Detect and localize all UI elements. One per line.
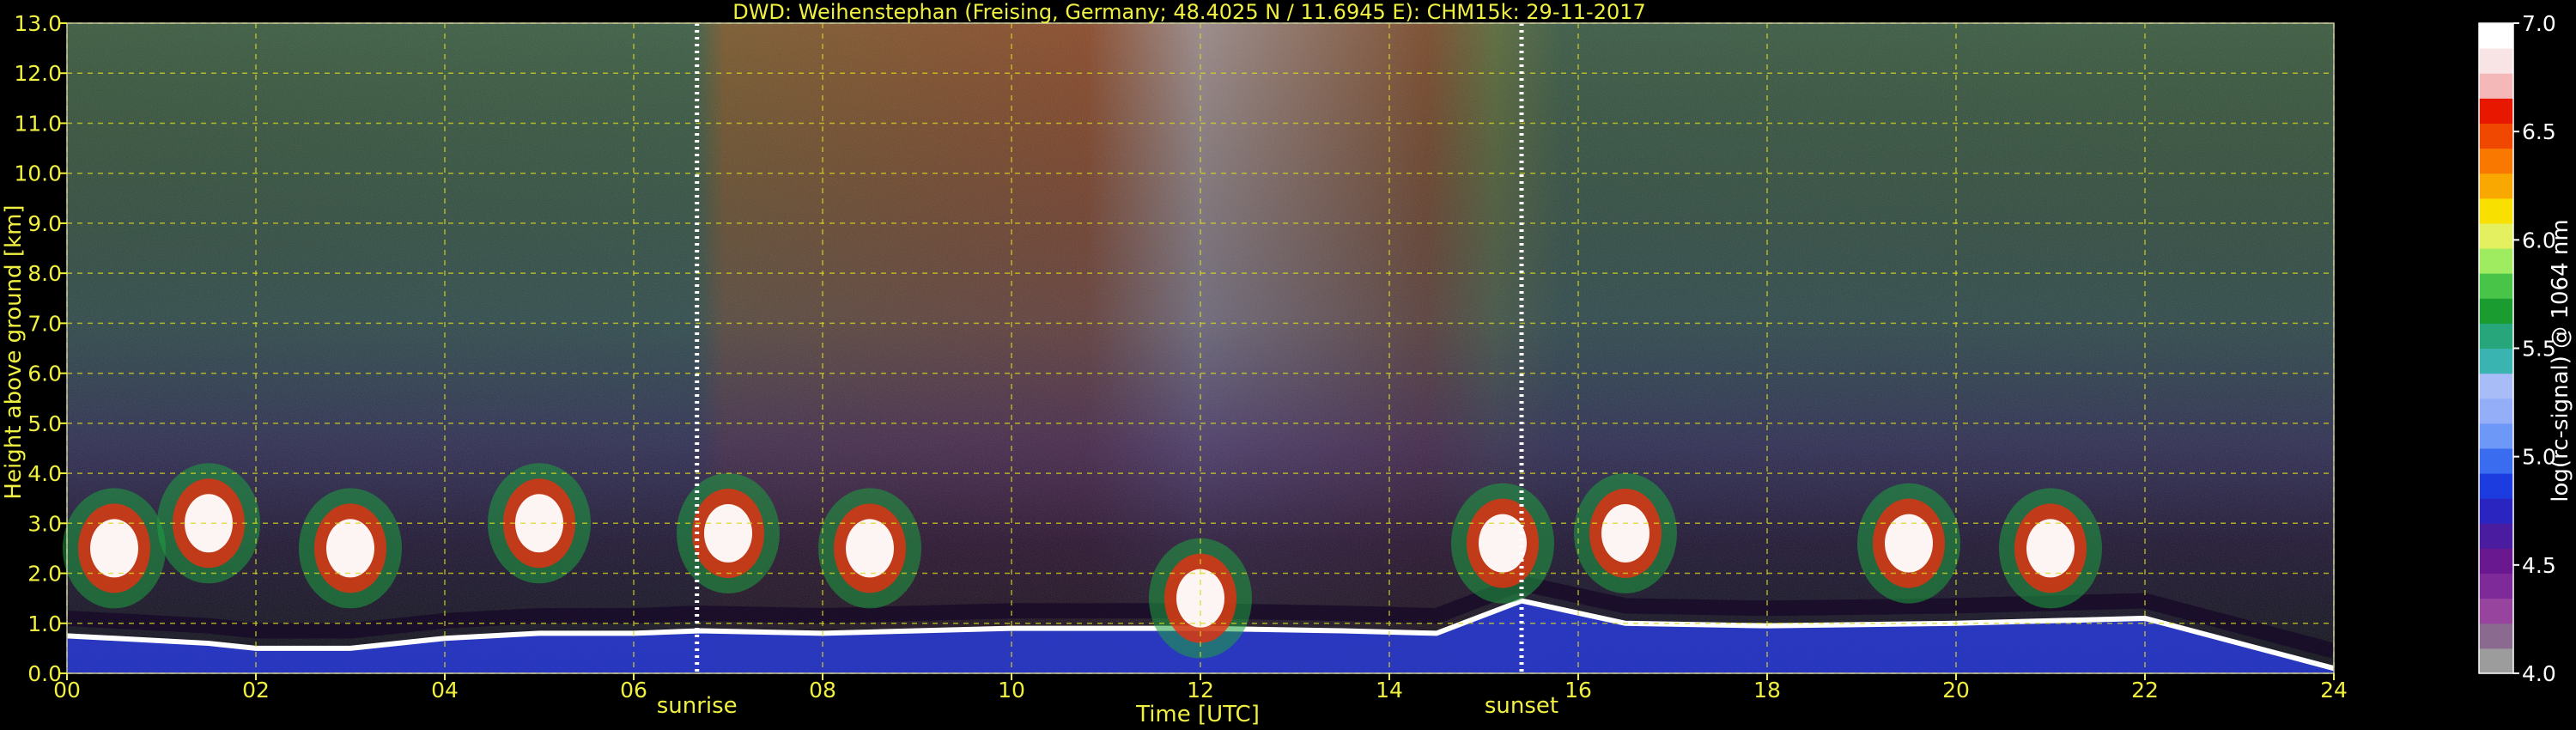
y-tick-label: 5.0: [27, 411, 62, 436]
x-tick-label: 08: [809, 678, 836, 703]
cloud-core: [846, 519, 894, 578]
x-axis-label: Time [UTC]: [1135, 702, 1260, 727]
colorbar-segment: [2479, 23, 2513, 49]
colorbar-segment: [2479, 248, 2513, 274]
x-tick-label: 12: [1187, 678, 1214, 703]
cloud-core: [704, 503, 752, 563]
x-tick-label: 14: [1376, 678, 1403, 703]
cloud-core: [90, 519, 138, 578]
y-tick-label: 3.0: [27, 511, 62, 536]
y-tick-label: 8.0: [27, 261, 62, 286]
colorbar-segment: [2479, 423, 2513, 449]
colorbar-segment: [2479, 473, 2513, 499]
cloud-core: [326, 519, 374, 578]
chart-title: DWD: Weihenstephan (Freising, Germany; 4…: [732, 0, 1646, 24]
x-tick-label: 02: [242, 678, 270, 703]
sunrise-label: sunrise: [657, 693, 738, 719]
y-tick-label: 9.0: [27, 211, 62, 236]
y-tick-label: 2.0: [27, 562, 62, 587]
y-axis-label: Height above ground [km]: [1, 204, 27, 499]
colorbar-segment: [2479, 573, 2513, 599]
colorbar-segment: [2479, 273, 2513, 299]
x-tick-label: 20: [1942, 678, 1970, 703]
colorbar-segment: [2479, 523, 2513, 549]
y-tick-label: 12.0: [14, 61, 62, 86]
y-tick-label: 10.0: [14, 161, 62, 186]
colorbar-segment: [2479, 98, 2513, 124]
colorbar-segment: [2479, 598, 2513, 624]
x-tick-label: 22: [2131, 678, 2159, 703]
plot-area: [63, 23, 2336, 673]
colorbar-segment: [2479, 148, 2513, 174]
cloud-core: [1601, 503, 1649, 563]
x-tick-label: 16: [1564, 678, 1592, 703]
sunset-label: sunset: [1485, 693, 1558, 719]
x-tick-label: 18: [1753, 678, 1781, 703]
lidar-backscatter-chart: sunrise sunset 00 02 04 06 08 10 12 14 16 18 20 22 24…: [1, 0, 2573, 727]
y-tick-label: 11.0: [14, 111, 62, 136]
x-tick-label: 04: [431, 678, 459, 703]
colorbar-segment: [2479, 373, 2513, 399]
colorbar-segment: [2479, 498, 2513, 524]
colorbar-segment: [2479, 348, 2513, 374]
colorbar-segment: [2479, 548, 2513, 575]
colorbar-segment: [2479, 623, 2513, 649]
colorbar-tick-label: 7.0: [2522, 11, 2556, 36]
x-tick-label: 10: [998, 678, 1025, 703]
colorbar-segment: [2479, 73, 2513, 99]
colorbar-label: log(rc-signal) @ 1064 nm: [2548, 219, 2573, 502]
colorbar-segment: [2479, 222, 2513, 249]
y-tick-label: 7.0: [27, 311, 62, 336]
y-tick-label: 13.0: [14, 11, 62, 36]
colorbar-segment: [2479, 648, 2513, 674]
colorbar: 4.04.55.05.56.06.57.0: [2478, 11, 2556, 686]
colorbar-tick-label: 6.5: [2522, 119, 2556, 144]
cloud-core: [2026, 519, 2075, 578]
colorbar-segment: [2479, 198, 2513, 224]
y-tick-label: 4.0: [27, 461, 62, 486]
colorbar-segment: [2479, 323, 2513, 349]
colorbar-segment: [2479, 48, 2513, 74]
cloud-core: [1176, 569, 1224, 628]
x-tick-label: 24: [2320, 678, 2348, 703]
colorbar-tick-label: 4.5: [2522, 553, 2556, 578]
x-tick-label: 06: [620, 678, 647, 703]
colorbar-segment: [2479, 298, 2513, 324]
y-tick-label: 0.0: [27, 661, 62, 686]
colorbar-segment: [2479, 123, 2513, 149]
colorbar-segment: [2479, 173, 2513, 199]
colorbar-segment: [2479, 447, 2513, 474]
y-tick-label: 6.0: [27, 362, 62, 386]
colorbar-segment: [2479, 398, 2513, 424]
colorbar-tick-label: 4.0: [2522, 661, 2556, 686]
y-tick-label: 1.0: [27, 611, 62, 636]
